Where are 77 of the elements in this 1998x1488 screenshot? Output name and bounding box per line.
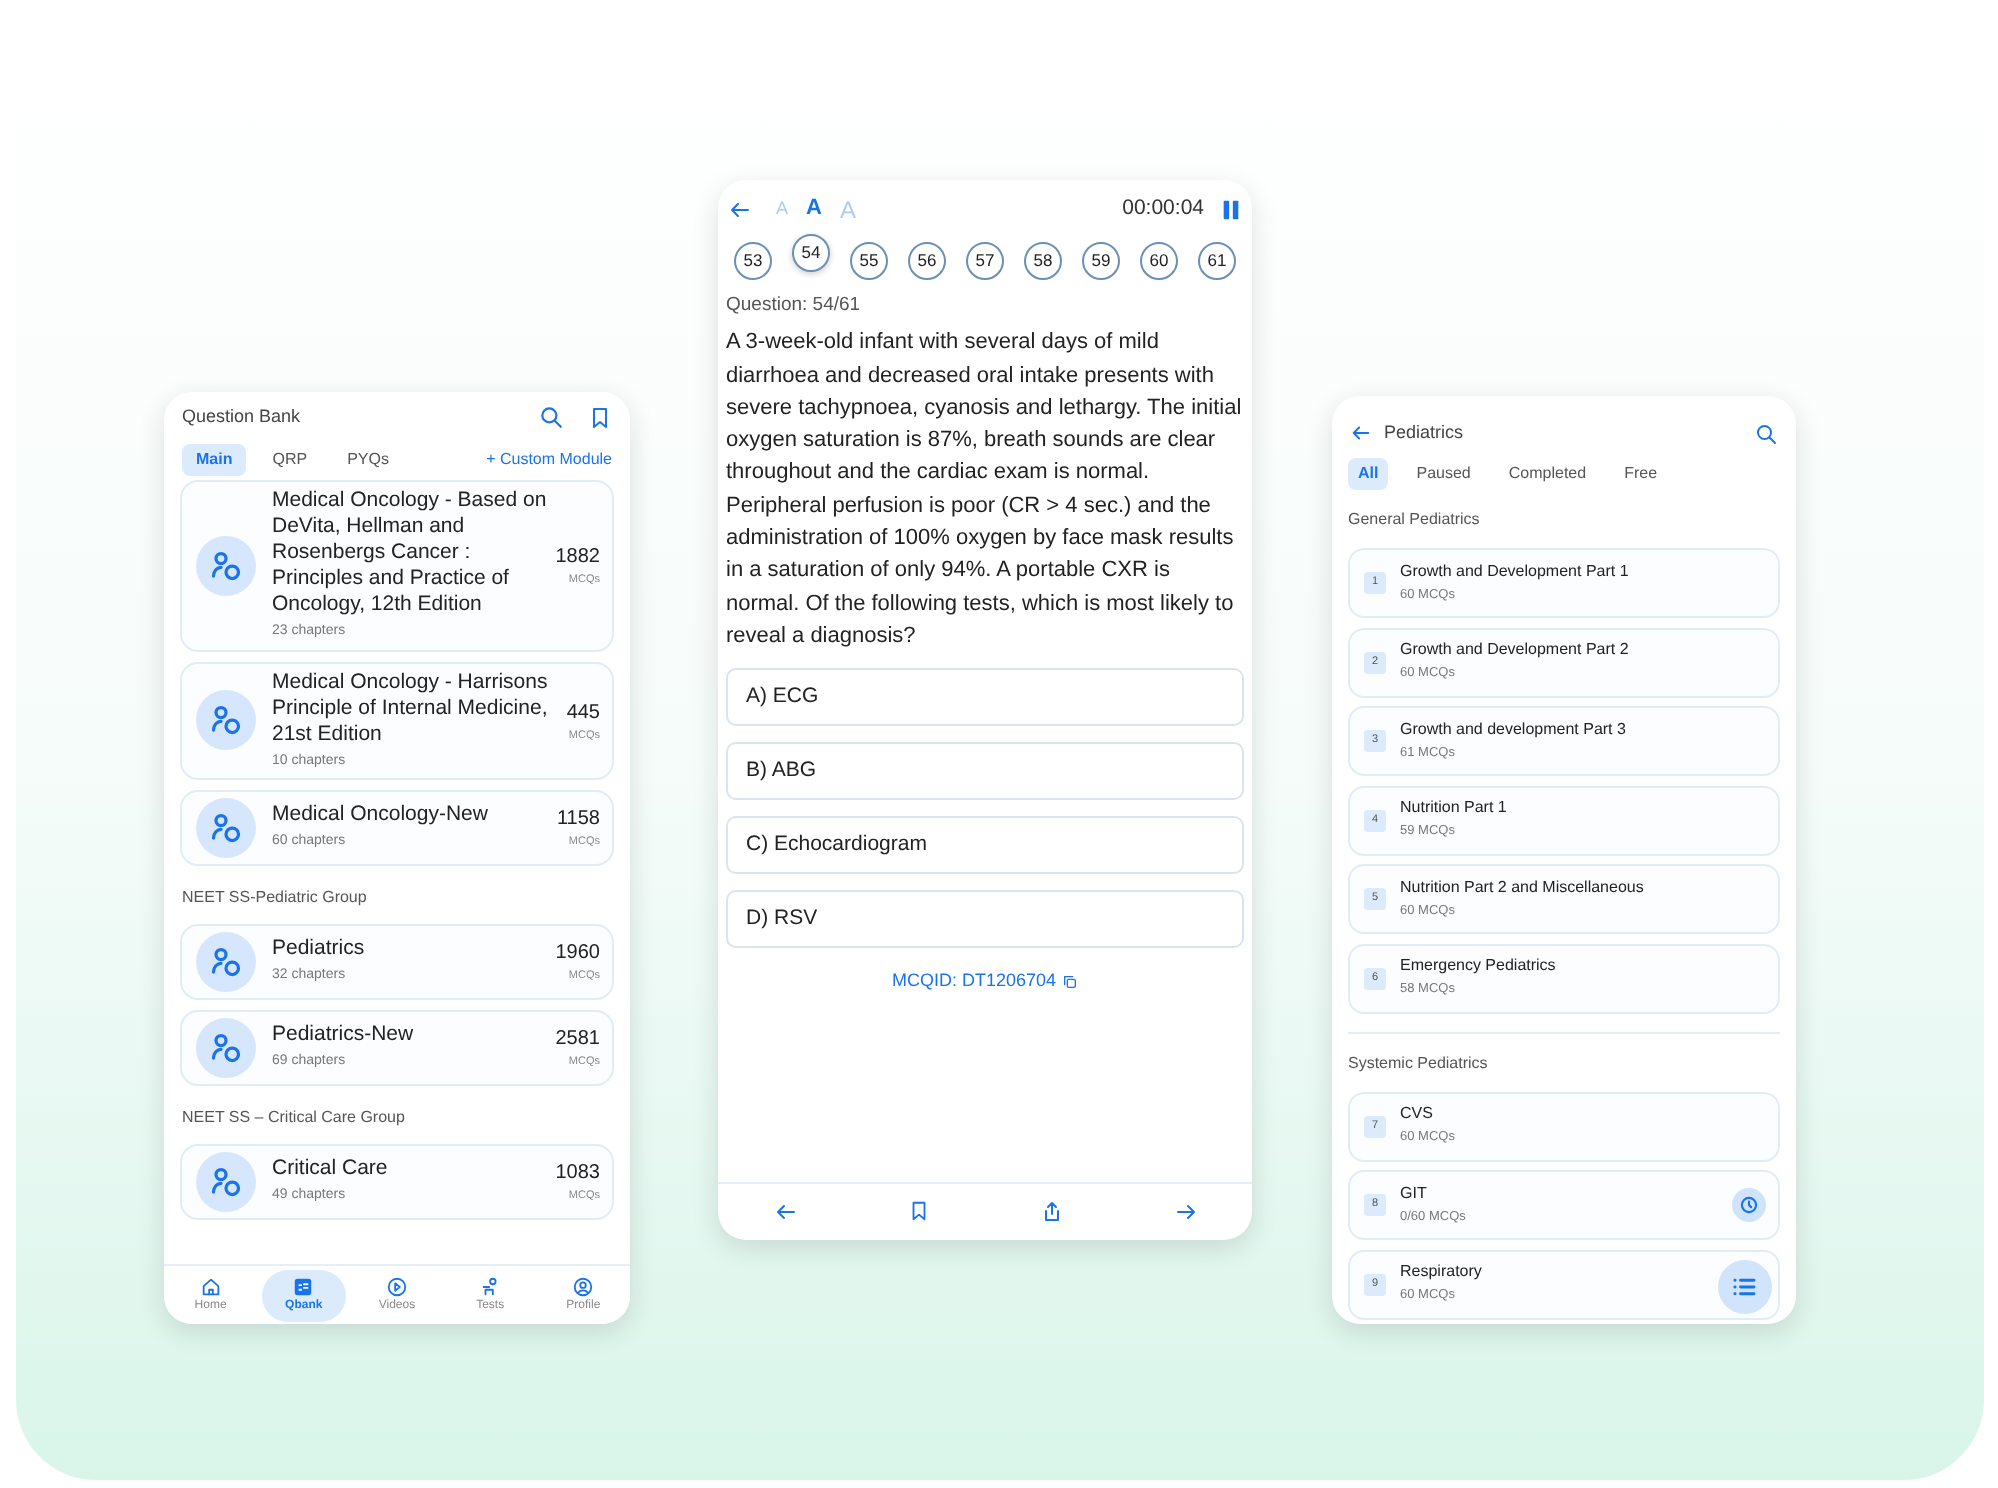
question-number[interactable]: 56 <box>908 242 946 280</box>
mcq-count: 1882 <box>555 544 600 573</box>
book-title: Medical Oncology - Based on DeVita, Hellman and Rosenbergs Cancer : Principles and Practice of Oncology, 12th Edition <box>272 488 549 618</box>
chapter-title: GIT <box>1400 1183 1429 1204</box>
search-icon[interactable] <box>538 404 564 430</box>
mcq-count: 1960 <box>555 940 600 969</box>
chapter-title: Growth and Development Part 1 <box>1400 561 1631 582</box>
screen-title: Question Bank <box>182 403 303 430</box>
timer: 00:00:04 <box>1122 193 1204 224</box>
figure-icon <box>196 1152 256 1212</box>
mcq-count: 2581 <box>555 1026 600 1055</box>
list-icon <box>292 1275 315 1297</box>
bookmark-icon[interactable] <box>907 1200 929 1222</box>
tab[interactable]: PYQs <box>333 444 403 476</box>
figure-icon <box>196 535 256 596</box>
question-number[interactable]: 61 <box>1198 242 1236 280</box>
question-number[interactable]: 55 <box>850 242 888 280</box>
tab[interactable]: QRP <box>258 444 322 476</box>
screen-title: Pediatrics <box>1384 419 1466 446</box>
list-icon[interactable] <box>1718 1260 1772 1314</box>
chapter-title: Growth and development Part 3 <box>1400 719 1628 740</box>
question-number[interactable]: 54 <box>792 234 830 272</box>
section-heading: General Pediatrics <box>1348 508 1482 532</box>
figure-icon <box>196 798 256 858</box>
figure-icon <box>196 1018 256 1078</box>
section-heading: NEET SS-Pediatric Group <box>180 886 369 910</box>
back-arrow-icon[interactable] <box>728 197 752 221</box>
font-size-button[interactable]: A <box>806 192 822 226</box>
book-title: Medical Oncology - Harrisons Principle of Internal Medicine, 21st Edition <box>272 669 550 747</box>
forward-arrow-icon[interactable] <box>1173 1199 1197 1223</box>
book-title: Medical Oncology-New <box>272 802 490 829</box>
chapter-title: Growth and Development Part 2 <box>1400 640 1631 661</box>
answer-option[interactable]: D) RSV <box>726 890 1244 949</box>
clock-icon[interactable] <box>1732 1188 1766 1222</box>
question-label: Question: 54/61 <box>724 292 863 320</box>
mcq-count: 1083 <box>555 1160 600 1189</box>
mcq-id: MCQID: DT1206704 <box>891 968 1057 995</box>
section-heading: Systemic Pediatrics <box>1348 1051 1490 1075</box>
question-number[interactable]: 53 <box>734 242 772 280</box>
question-number[interactable]: 60 <box>1140 242 1178 280</box>
answer-option[interactable]: C) Echocardiogram <box>726 816 1244 875</box>
filter-tab[interactable]: Free <box>1614 458 1668 490</box>
bookmark-icon[interactable] <box>588 405 612 429</box>
chapter-title: CVS <box>1400 1104 1435 1125</box>
mcq-count: 1158 <box>556 806 600 835</box>
book-title: Pediatrics-New <box>272 1022 416 1049</box>
copy-icon[interactable] <box>1062 973 1079 990</box>
filter-tab[interactable]: Paused <box>1406 458 1481 490</box>
filter-tab[interactable]: All <box>1348 458 1389 490</box>
question-text: A 3-week-old infant with several days of mild diarrhoea and decreased oral intake presents with severe tachypnoea, cyanosis and lethargy. The initial oxygen saturation is 87%, breath sounds are clear throughout and the cardiac exam is normal. Peripheral perfusion is poor (CR > 4 sec.) and the administration of 100% oxygen by face mask results in a saturation of only 94%. A portable CXR is normal. Of the following tests, which is most likely to reveal a diagnosis? <box>724 328 1244 652</box>
chapter-title: Nutrition Part 2 and Miscellaneous <box>1400 877 1646 898</box>
search-icon[interactable] <box>1754 421 1778 445</box>
play-icon <box>385 1275 408 1297</box>
chapter-title: Respiratory <box>1400 1262 1484 1283</box>
tab[interactable]: Main <box>182 444 247 476</box>
profile-icon <box>572 1275 595 1297</box>
question-number[interactable]: 59 <box>1082 242 1120 280</box>
back-arrow-icon[interactable] <box>773 1199 797 1223</box>
share-icon[interactable] <box>1039 1199 1063 1223</box>
filter-tab[interactable]: Completed <box>1498 458 1597 490</box>
book-title: Pediatrics <box>272 936 367 963</box>
answer-option[interactable]: B) ABG <box>726 742 1244 801</box>
home-icon <box>199 1275 222 1297</box>
pause-icon[interactable] <box>1220 197 1242 221</box>
figure-icon <box>196 690 256 751</box>
chapter-title: Emergency Pediatrics <box>1400 956 1558 977</box>
section-heading: NEET SS – Critical Care Group <box>180 1106 407 1130</box>
question-number[interactable]: 57 <box>966 242 1004 280</box>
question-number[interactable]: 58 <box>1024 242 1062 280</box>
chapter-title: Nutrition Part 1 <box>1400 798 1509 819</box>
figure-icon <box>196 932 256 992</box>
book-title: Critical Care <box>272 1156 390 1183</box>
back-arrow-icon[interactable] <box>1350 422 1372 444</box>
person-icon <box>479 1275 502 1297</box>
answer-option[interactable]: A) ECG <box>726 668 1244 727</box>
custom-module-link[interactable]: + Custom Module <box>486 448 612 472</box>
mcq-count: 445 <box>566 699 600 728</box>
